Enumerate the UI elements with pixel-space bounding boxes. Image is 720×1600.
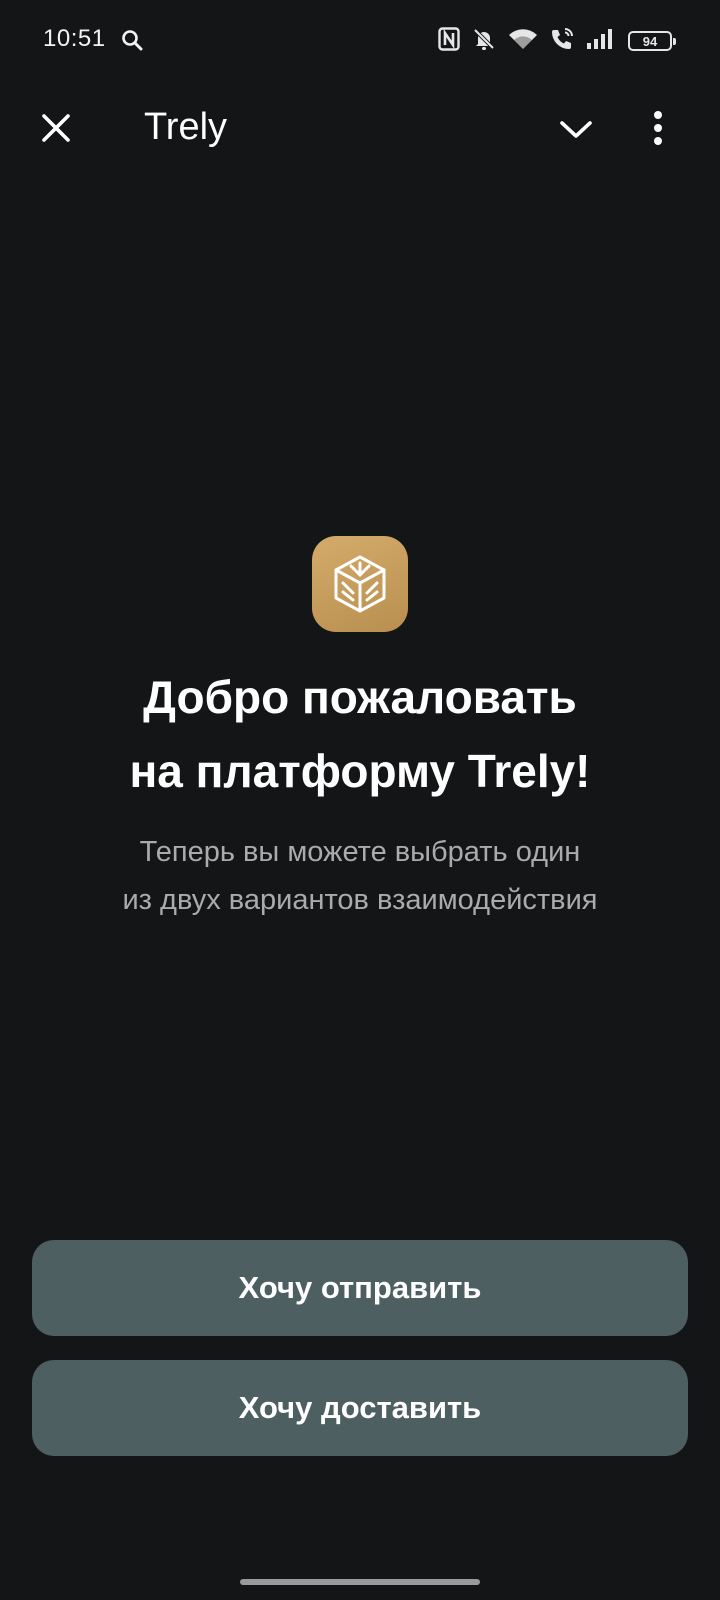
want-to-deliver-button[interactable]: Хочу доставить bbox=[32, 1360, 688, 1456]
more-options-button[interactable] bbox=[652, 106, 664, 150]
signal-icon bbox=[586, 28, 616, 55]
more-vert-icon bbox=[654, 111, 662, 145]
want-to-send-button[interactable]: Хочу отправить bbox=[32, 1240, 688, 1336]
chevron-down-icon bbox=[560, 121, 592, 138]
battery-level: 94 bbox=[642, 33, 658, 49]
home-indicator[interactable] bbox=[240, 1579, 480, 1585]
app-bar: Trely bbox=[0, 84, 720, 174]
status-bar: 10:51 94 bbox=[0, 0, 720, 84]
welcome-title: Добро пожаловать на платформу Trely! bbox=[0, 660, 720, 808]
welcome-subtitle: Теперь вы можете выбрать один из двух ва… bbox=[0, 828, 720, 924]
nfc-icon bbox=[438, 26, 460, 56]
welcome-subtitle-line1: Теперь вы можете выбрать один bbox=[139, 836, 581, 868]
welcome-subtitle-line2: из двух вариантов взаимодействия bbox=[122, 884, 598, 916]
welcome-title-line1: Добро пожаловать bbox=[143, 671, 577, 723]
screen: 10:51 94 Trely Добро пожаловать на платф… bbox=[0, 0, 720, 1600]
bell-off-icon bbox=[472, 27, 496, 56]
search-icon bbox=[121, 29, 143, 56]
close-button[interactable] bbox=[36, 108, 76, 148]
wifi-call-icon bbox=[550, 27, 574, 56]
battery-icon: 94 bbox=[628, 31, 676, 51]
welcome-title-line2: на платформу Trely! bbox=[129, 745, 591, 797]
wifi-icon bbox=[508, 27, 538, 56]
trely-logo bbox=[312, 536, 408, 632]
status-icons: 94 bbox=[438, 25, 676, 57]
app-title: Trely bbox=[144, 106, 228, 148]
close-icon bbox=[42, 114, 70, 142]
status-time: 10:51 bbox=[43, 25, 106, 52]
collapse-button[interactable] bbox=[556, 110, 596, 150]
trely-logo-icon bbox=[334, 555, 386, 613]
